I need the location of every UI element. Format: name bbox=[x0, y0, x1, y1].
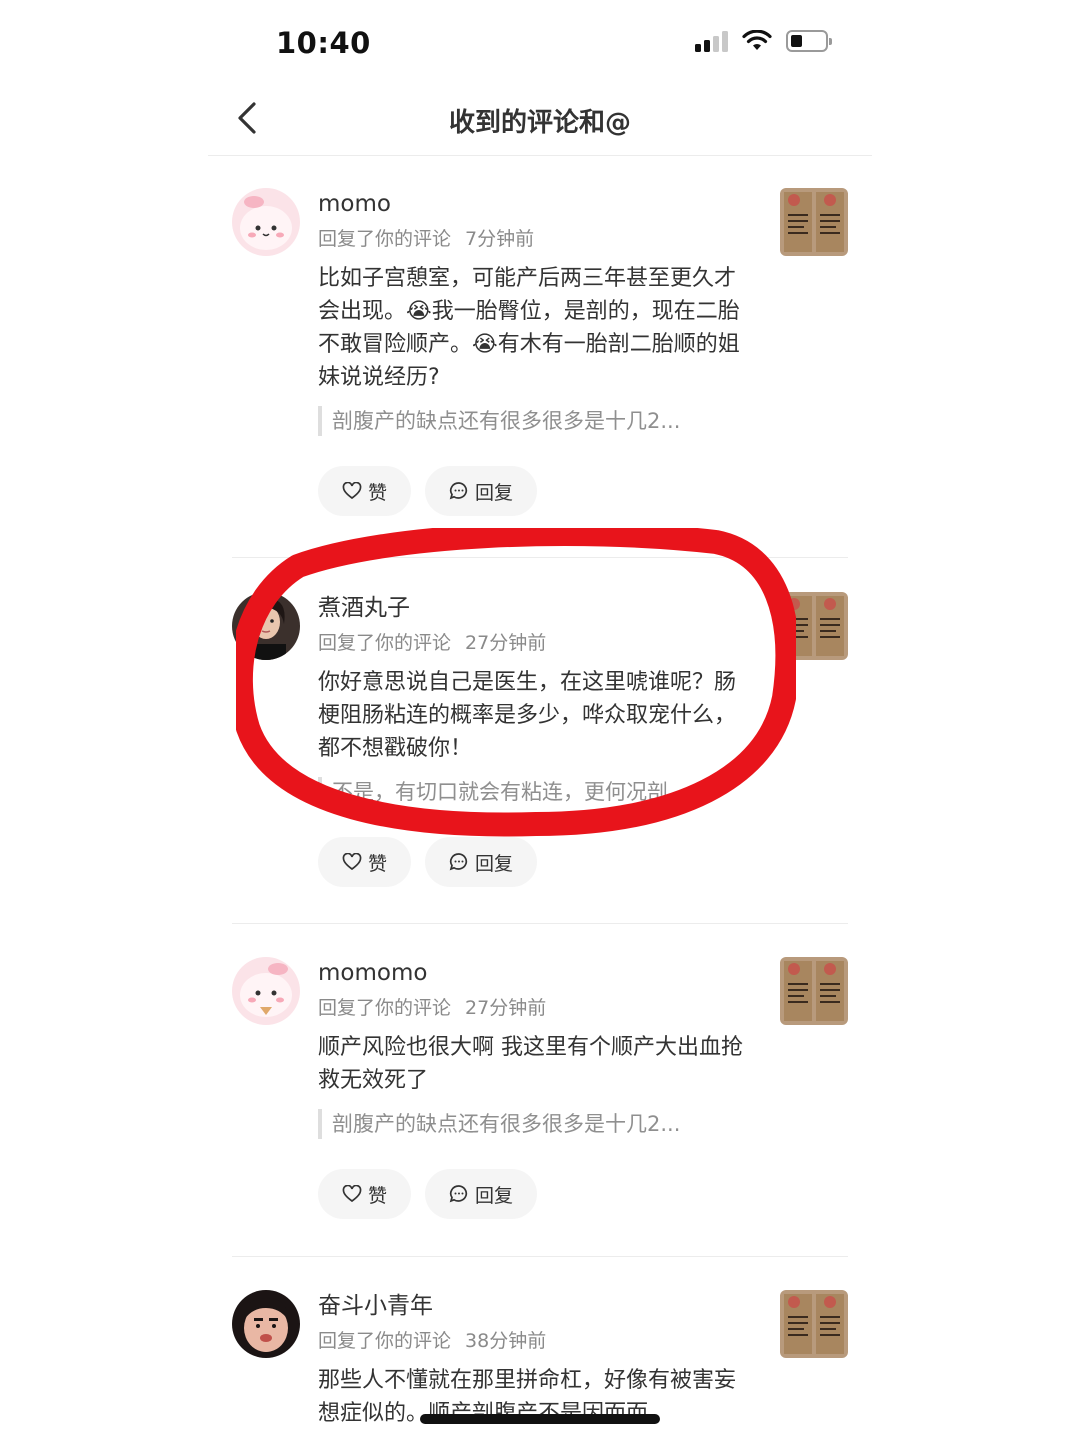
status-bar: 10:40 bbox=[208, 0, 872, 90]
username[interactable]: 煮酒丸子 bbox=[318, 592, 748, 624]
chat-bubble-icon bbox=[449, 482, 468, 500]
quoted-comment[interactable]: 剖腹产的缺点还有很多很多是十几2... bbox=[318, 1109, 738, 1139]
avatar[interactable] bbox=[232, 1290, 300, 1358]
reply-label: 回复 bbox=[475, 481, 514, 504]
comment-item[interactable]: 煮酒丸子 回复了你的评论 27分钟前 你好意思说自己是医生，在这里唬谁呢？肠梗阻肠… bbox=[232, 592, 848, 924]
post-thumbnail[interactable] bbox=[780, 1290, 848, 1358]
like-label: 赞 bbox=[368, 852, 388, 875]
divider bbox=[232, 557, 848, 558]
username[interactable]: momomo bbox=[318, 957, 748, 989]
nav-bar: 收到的评论和@ bbox=[208, 90, 872, 156]
comment-body: momomo 回复了你的评论 27分钟前 顺产风险也很大啊 我这里有个顺产大出血抢… bbox=[318, 957, 748, 1219]
reply-label: 回复 bbox=[475, 1184, 514, 1207]
comment-text: 你好意思说自己是医生，在这里唬谁呢？肠梗阻肠粘连的概率是多少，哗众取宠什么，都不… bbox=[318, 670, 737, 761]
chat-bubble-icon bbox=[449, 853, 468, 871]
like-label: 赞 bbox=[368, 1184, 388, 1207]
avatar[interactable] bbox=[232, 592, 300, 660]
post-thumbnail[interactable] bbox=[780, 592, 848, 660]
comment-meta: 回复了你的评论 27分钟前 bbox=[318, 630, 748, 656]
comment-text: 比如子宫憩室，可能产后两三年甚至更久才会出现。😭我一胎臀位，是剖的，现在二胎不敢… bbox=[318, 266, 740, 390]
divider bbox=[232, 1256, 848, 1257]
avatar[interactable] bbox=[232, 957, 300, 1025]
comment-item[interactable]: momo 回复了你的评论 7分钟前 比如子宫憩室，可能产后两三年甚至更久才会出现。… bbox=[232, 188, 848, 558]
divider bbox=[232, 923, 848, 924]
comment-body: 奋斗小青年 回复了你的评论 38分钟前 那些人不懂就在那里拼命杠，好像有被害妄想症… bbox=[318, 1290, 748, 1430]
meta-action: 回复了你的评论 bbox=[318, 632, 452, 654]
like-label: 赞 bbox=[368, 481, 388, 504]
post-thumbnail[interactable] bbox=[780, 957, 848, 1025]
comment-body: 煮酒丸子 回复了你的评论 27分钟前 你好意思说自己是医生，在这里唬谁呢？肠梗阻肠… bbox=[318, 592, 748, 887]
meta-time: 27分钟前 bbox=[465, 632, 547, 654]
comment-meta: 回复了你的评论 7分钟前 bbox=[318, 226, 748, 252]
meta-action: 回复了你的评论 bbox=[318, 228, 452, 250]
heart-icon bbox=[342, 482, 362, 500]
quoted-comment[interactable]: 剖腹产的缺点还有很多很多是十几2... bbox=[318, 406, 738, 436]
page-title: 收到的评论和@ bbox=[448, 108, 631, 138]
heart-icon bbox=[342, 853, 362, 871]
comment-actions: 赞 回复 bbox=[318, 837, 748, 887]
status-time: 10:40 bbox=[276, 26, 371, 60]
comment-item[interactable]: momomo 回复了你的评论 27分钟前 顺产风险也很大啊 我这里有个顺产大出血抢… bbox=[232, 957, 848, 1257]
reply-button[interactable]: 回复 bbox=[425, 1169, 538, 1219]
meta-action: 回复了你的评论 bbox=[318, 997, 452, 1019]
reply-button[interactable]: 回复 bbox=[425, 466, 538, 516]
like-button[interactable]: 赞 bbox=[318, 837, 412, 887]
screen: 10:40 收到的评论和@ momo 回复了你的评论 7分钟前 比如子宫憩室，可… bbox=[208, 0, 872, 1439]
chat-bubble-icon bbox=[449, 1185, 468, 1203]
quoted-comment[interactable]: 不是，有切口就会有粘连，更何况剖... bbox=[318, 777, 738, 807]
meta-time: 7分钟前 bbox=[465, 228, 535, 250]
comment-actions: 赞 回复 bbox=[318, 1169, 748, 1219]
like-button[interactable]: 赞 bbox=[318, 1169, 412, 1219]
home-indicator[interactable] bbox=[420, 1414, 660, 1424]
avatar[interactable] bbox=[232, 188, 300, 256]
meta-time: 27分钟前 bbox=[465, 997, 547, 1019]
meta-action: 回复了你的评论 bbox=[318, 1330, 452, 1352]
comment-meta: 回复了你的评论 38分钟前 bbox=[318, 1328, 748, 1354]
reply-button[interactable]: 回复 bbox=[425, 837, 538, 887]
meta-time: 38分钟前 bbox=[465, 1330, 547, 1352]
status-icons bbox=[695, 30, 832, 52]
comment-actions: 赞 回复 bbox=[318, 466, 748, 516]
username[interactable]: 奋斗小青年 bbox=[318, 1290, 748, 1322]
comment-meta: 回复了你的评论 27分钟前 bbox=[318, 995, 748, 1021]
battery-icon bbox=[786, 30, 832, 52]
wifi-icon bbox=[742, 30, 772, 50]
post-thumbnail[interactable] bbox=[780, 188, 848, 256]
comment-body: momo 回复了你的评论 7分钟前 比如子宫憩室，可能产后两三年甚至更久才会出现。… bbox=[318, 188, 748, 516]
comment-text: 顺产风险也很大啊 我这里有个顺产大出血抢救无效死了 bbox=[318, 1035, 743, 1093]
heart-icon bbox=[342, 1185, 362, 1203]
cellular-signal-icon bbox=[695, 30, 728, 52]
like-button[interactable]: 赞 bbox=[318, 466, 412, 516]
reply-label: 回复 bbox=[475, 852, 514, 875]
username[interactable]: momo bbox=[318, 188, 748, 220]
